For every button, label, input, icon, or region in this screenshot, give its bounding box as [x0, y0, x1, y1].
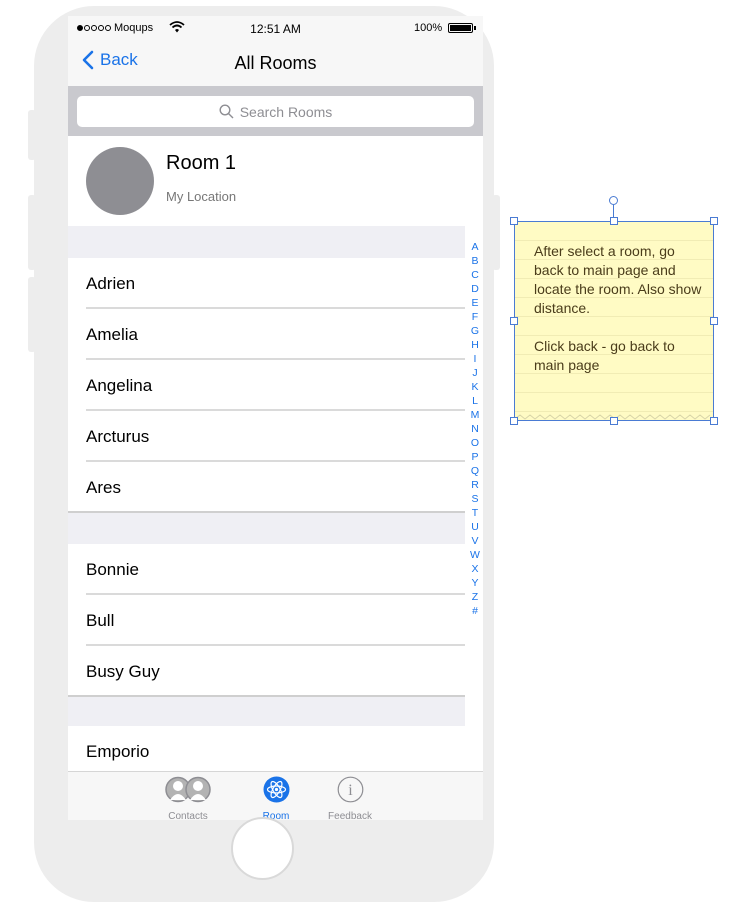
index-letter[interactable]: B [468, 254, 482, 268]
index-letter[interactable]: G [468, 324, 482, 338]
index-letter[interactable]: P [468, 450, 482, 464]
search-placeholder: Search Rooms [239, 103, 333, 120]
rotate-handle[interactable] [609, 196, 618, 205]
list-item[interactable]: Bull [68, 595, 465, 646]
svg-text:i: i [348, 782, 353, 799]
room-name: Busy Guy [86, 661, 160, 681]
battery-icon [448, 23, 473, 33]
room-name: Adrien [86, 273, 136, 293]
tab-label: Feedback [328, 811, 372, 820]
info-icon: i [337, 775, 364, 804]
index-letter[interactable]: # [468, 604, 482, 618]
index-letter[interactable]: M [468, 408, 482, 422]
tab-feedback[interactable]: i Feedback [310, 775, 390, 820]
battery-percent: 100% [414, 22, 443, 34]
index-letter[interactable]: U [468, 520, 482, 534]
list-item[interactable]: Arcturus [68, 411, 465, 462]
index-letter[interactable]: L [468, 394, 482, 408]
index-letter[interactable]: A [468, 240, 482, 254]
list-item[interactable]: Angelina [68, 360, 465, 411]
index-letter[interactable]: F [468, 310, 482, 324]
index-letter[interactable]: Q [468, 464, 482, 478]
list-item[interactable]: Ares [68, 462, 465, 513]
resize-handle-right[interactable] [710, 317, 718, 325]
index-letter[interactable]: W [468, 548, 482, 562]
mute-switch [28, 110, 36, 160]
index-letter[interactable]: I [468, 352, 482, 366]
tab-contacts[interactable]: Contacts [148, 775, 228, 820]
room-name: Amelia [86, 324, 138, 344]
index-letter[interactable]: C [468, 268, 482, 282]
resize-handle-top-right[interactable] [710, 217, 718, 225]
index-letter[interactable]: Z [468, 590, 482, 604]
index-letter[interactable]: R [468, 478, 482, 492]
atom-icon [263, 775, 290, 804]
index-letter[interactable]: V [468, 534, 482, 548]
section-header [68, 697, 465, 726]
room-avatar [86, 147, 154, 215]
search-input[interactable]: Search Rooms [77, 96, 474, 127]
index-letter[interactable]: H [468, 338, 482, 352]
tab-label: Contacts [168, 811, 208, 820]
list-item[interactable]: Busy Guy [68, 646, 465, 697]
index-letter[interactable]: J [468, 366, 482, 380]
room-name: Emporio [86, 741, 150, 761]
volume-up-button [28, 195, 36, 270]
resize-handle-left[interactable] [510, 317, 518, 325]
tab-room[interactable]: Room [236, 775, 316, 820]
phone-screen: Moqups 12:51 AM 100% Back All Rooms Sear… [68, 16, 483, 820]
navigation-bar: Back All Rooms [68, 42, 483, 86]
tab-bar: Contacts Room i Feedback [68, 771, 483, 820]
list-item[interactable]: Emporio [68, 726, 465, 777]
room-name: Ares [86, 477, 121, 497]
index-letter[interactable]: S [468, 492, 482, 506]
home-button[interactable] [231, 817, 294, 880]
current-room-subtitle: My Location [166, 189, 237, 204]
index-letter[interactable]: D [468, 282, 482, 296]
index-letter[interactable]: X [468, 562, 482, 576]
search-icon [219, 104, 234, 119]
resize-handle-top-left[interactable] [510, 217, 518, 225]
resize-handle-bottom-right[interactable] [710, 417, 718, 425]
index-letter[interactable]: T [468, 506, 482, 520]
sticky-note-text: After select a room, go back to main pag… [534, 243, 702, 373]
list-item[interactable]: Amelia [68, 309, 465, 360]
section-header [68, 513, 465, 544]
room-name: Bull [86, 610, 115, 630]
power-button [492, 195, 500, 270]
resize-handle-bottom-left[interactable] [510, 417, 518, 425]
section-header [68, 226, 465, 258]
list-item[interactable]: Adrien [68, 258, 465, 309]
index-letter[interactable]: E [468, 296, 482, 310]
contacts-icon [164, 775, 212, 804]
battery-tip [474, 26, 476, 30]
room-name: Arcturus [86, 426, 150, 446]
current-room-name: Room 1 [166, 152, 237, 174]
room-name: Angelina [86, 375, 153, 395]
room-name: Bonnie [86, 559, 139, 579]
page-title: All Rooms [234, 53, 317, 73]
alphabet-index[interactable]: A B C D E F G H I J K L M N O P Q R S T U V W X Y Z # [468, 240, 482, 618]
index-letter[interactable]: N [468, 422, 482, 436]
resize-handle-bottom[interactable] [610, 417, 618, 425]
search-bar: Search Rooms [68, 86, 483, 136]
sticky-note[interactable]: After select a room, go back to main pag… [514, 221, 714, 421]
index-letter[interactable]: K [468, 380, 482, 394]
volume-down-button [28, 277, 36, 352]
list-item[interactable]: Bonnie [68, 544, 465, 595]
status-bar: Moqups 12:51 AM 100% [68, 16, 483, 42]
resize-handle-top[interactable] [610, 217, 618, 225]
current-location-row[interactable]: Room 1 My Location [68, 136, 483, 226]
index-letter[interactable]: Y [468, 576, 482, 590]
index-letter[interactable]: O [468, 436, 482, 450]
